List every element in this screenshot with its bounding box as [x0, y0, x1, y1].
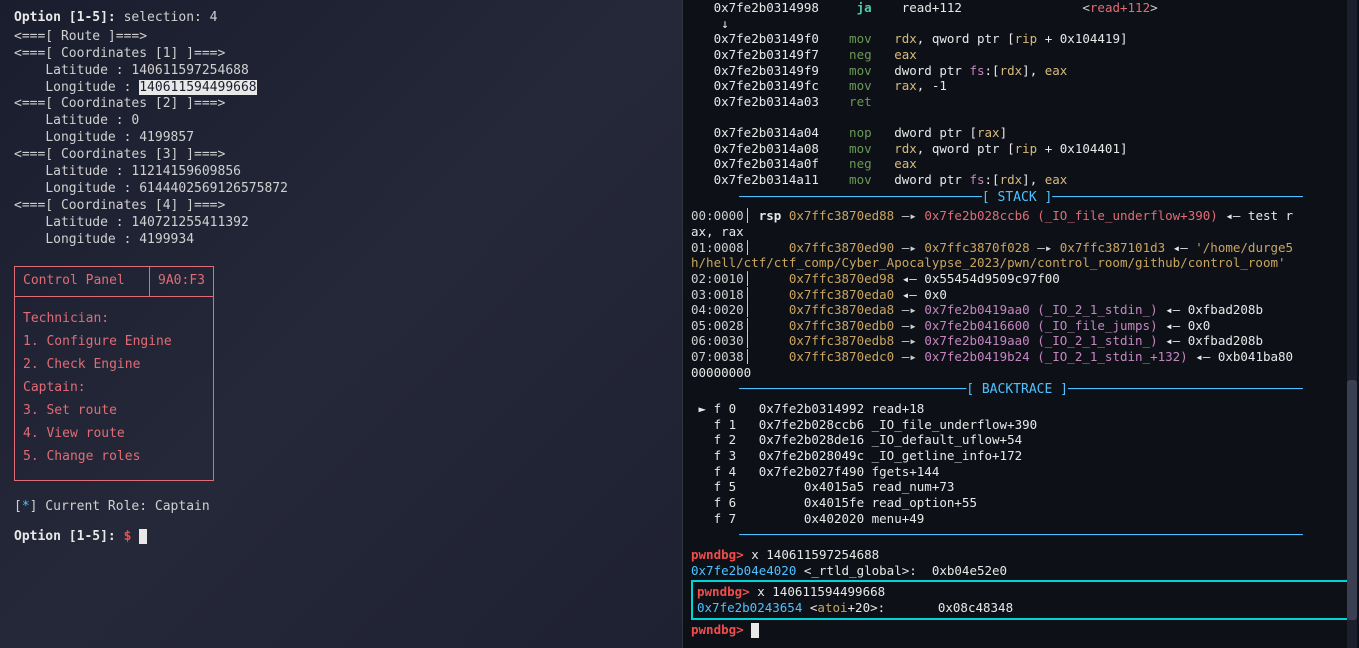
- stack-line-7: 07:0038│ 0x7ffc3870edc0 —▸ 0x7fe2b0419b2…: [691, 349, 1351, 365]
- cursor-right[interactable]: [751, 623, 759, 638]
- menu-opt-4: 4. View route: [23, 426, 205, 443]
- coords-2-header: <===[ Coordinates [2] ]===>: [14, 96, 668, 113]
- backtrace-line: f 2 0x7fe2b028de16 _IO_default_uflow+54: [691, 432, 1351, 448]
- panel-title: Control Panel: [15, 267, 150, 296]
- backtrace-section: ► f 0 0x7fe2b0314992 read+18 f 1 0x7fe2b…: [691, 401, 1351, 526]
- lon-label: Longitude :: [45, 80, 139, 95]
- disasm-line: 0x7fe2b0314a03 ret: [691, 94, 1351, 110]
- coords-3-header: <===[ Coordinates [3] ]===>: [14, 147, 668, 164]
- selection-value: 4: [210, 10, 218, 25]
- menu-opt-3: 3. Set route: [23, 403, 205, 420]
- stack-line-7b: 00000000: [691, 365, 1351, 381]
- coords-4-header: <===[ Coordinates [4] ]===>: [14, 198, 668, 215]
- disasm-line: 0x7fe2b0314a08 mov rdx, qword ptr [rip +…: [691, 141, 1351, 157]
- disasm-line: 0x7fe2b03149f9 mov dword ptr fs:[rdx], e…: [691, 63, 1351, 79]
- menu-opt-2: 2. Check Engine: [23, 357, 205, 374]
- disasm-line: 0x7fe2b0314a04 nop dword ptr [rax]: [691, 125, 1351, 141]
- left-terminal-pane[interactable]: Option [1-5]: selection: 4 <===[ Route ]…: [0, 0, 682, 648]
- scrollbar-thumb[interactable]: [1347, 380, 1357, 620]
- cmd-result-2: 0x7fe2b0243654 <atoi+20>: 0x08c48348: [697, 600, 1345, 616]
- option-prompt-2: Option [1-5]:: [14, 529, 116, 544]
- stack-line-6: 06:0030│ 0x7ffc3870edb8 —▸ 0x7fe2b0419aa…: [691, 333, 1351, 349]
- control-panel: Control Panel 9A0:F3 Technician: 1. Conf…: [14, 266, 214, 480]
- prompt-dollar: $: [116, 529, 139, 544]
- disasm-line: 0x7fe2b0314998 ja read+112 <read+112>: [691, 0, 1351, 16]
- lon-value-1-highlighted[interactable]: 140611594499668: [139, 80, 256, 95]
- disasm-line: 0x7fe2b0314a0f neg eax: [691, 156, 1351, 172]
- disasm-line: 0x7fe2b03149f0 mov rdx, qword ptr [rip +…: [691, 31, 1351, 47]
- selection-label: selection:: [116, 10, 210, 25]
- disasm-line: 0x7fe2b03149fc mov rax, -1: [691, 78, 1351, 94]
- stack-line-2: 02:0010│ 0x7ffc3870ed98 ◂— 0x55454d9509c…: [691, 271, 1351, 287]
- backtrace-line: ► f 0 0x7fe2b0314992 read+18: [691, 401, 1351, 417]
- menu-opt-1: 1. Configure Engine: [23, 334, 205, 351]
- cmd-prompt-3[interactable]: pwndbg>: [691, 622, 1351, 638]
- lon-value-4: 4199934: [139, 232, 194, 247]
- bottom-rule: ────────────────────────────────────────…: [691, 528, 1351, 545]
- option-prompt-label: Option [1-5]:: [14, 10, 116, 25]
- stack-line-3: 03:0018│ 0x7ffc3870eda0 ◂— 0x0: [691, 287, 1351, 303]
- disassembly-section: 0x7fe2b0314998 ja read+112 <read+112> ↓ …: [691, 0, 1351, 188]
- cmd-line-2[interactable]: pwndbg> x 140611594499668: [697, 584, 1345, 600]
- backtrace-line: f 7 0x402020 menu+49: [691, 511, 1351, 527]
- stack-line-0b: ax, rax: [691, 224, 1351, 240]
- route-header: <===[ Route ]===>: [14, 29, 668, 46]
- stack-line-1b: h/hell/ctf/ctf_comp/Cyber_Apocalypse_202…: [691, 255, 1351, 271]
- disasm-line: 0x7fe2b03149f7 neg eax: [691, 47, 1351, 63]
- backtrace-line: f 4 0x7fe2b027f490 fgets+144: [691, 464, 1351, 480]
- stack-line-5: 05:0028│ 0x7ffc3870edb0 —▸ 0x7fe2b041660…: [691, 318, 1351, 334]
- cmd-result-1: 0x7fe2b04e4020 <_rtld_global>: 0xb04e52e…: [691, 563, 1351, 579]
- lat-label: Latitude :: [45, 63, 131, 78]
- lat-value-2: 0: [131, 113, 139, 128]
- lat-value-1: 140611597254688: [131, 63, 248, 78]
- backtrace-header: ─────────────────────────────[ BACKTRACE…: [691, 382, 1351, 399]
- disasm-line: 0x7fe2b0314a11 mov dword ptr fs:[rdx], e…: [691, 172, 1351, 188]
- backtrace-line: f 1 0x7fe2b028ccb6 _IO_file_underflow+39…: [691, 417, 1351, 433]
- stack-line-4: 04:0020│ 0x7ffc3870eda8 —▸ 0x7fe2b0419aa…: [691, 302, 1351, 318]
- disasm-line: ↓: [691, 16, 1351, 32]
- coords-1-header: <===[ Coordinates [1] ]===>: [14, 46, 668, 63]
- captain-label: Captain:: [23, 380, 205, 397]
- current-role: ] Current Role: Captain: [30, 499, 210, 514]
- stack-line-0: 00:0000│ rsp 0x7ffc3870ed88 —▸ 0x7fe2b02…: [691, 208, 1351, 224]
- lat-value-4: 140721255411392: [131, 215, 248, 230]
- cursor[interactable]: [139, 529, 147, 544]
- disasm-line: [691, 109, 1351, 125]
- backtrace-line: f 3 0x7fe2b028049c _IO_getline_info+172: [691, 448, 1351, 464]
- technician-label: Technician:: [23, 311, 205, 328]
- stack-line-1: 01:0008│ 0x7ffc3870ed90 —▸ 0x7ffc3870f02…: [691, 240, 1351, 256]
- lon-value-3: 6144402569126575872: [139, 181, 288, 196]
- stack-header: ───────────────────────────────[ STACK ]…: [691, 190, 1351, 207]
- right-debugger-pane[interactable]: 0x7fe2b0314998 ja read+112 <read+112> ↓ …: [682, 0, 1359, 648]
- backtrace-line: f 6 0x4015fe read_option+55: [691, 495, 1351, 511]
- cmd-line-1[interactable]: pwndbg> x 140611597254688: [691, 547, 1351, 563]
- lat-value-3: 11214159609856: [131, 164, 241, 179]
- panel-code: 9A0:F3: [150, 267, 213, 296]
- backtrace-line: f 5 0x4015a5 read_num+73: [691, 479, 1351, 495]
- menu-opt-5: 5. Change roles: [23, 449, 205, 466]
- highlighted-command-box: pwndbg> x 140611594499668 0x7fe2b0243654…: [691, 580, 1351, 619]
- role-star: *: [22, 499, 30, 514]
- lon-value-2: 4199857: [139, 130, 194, 145]
